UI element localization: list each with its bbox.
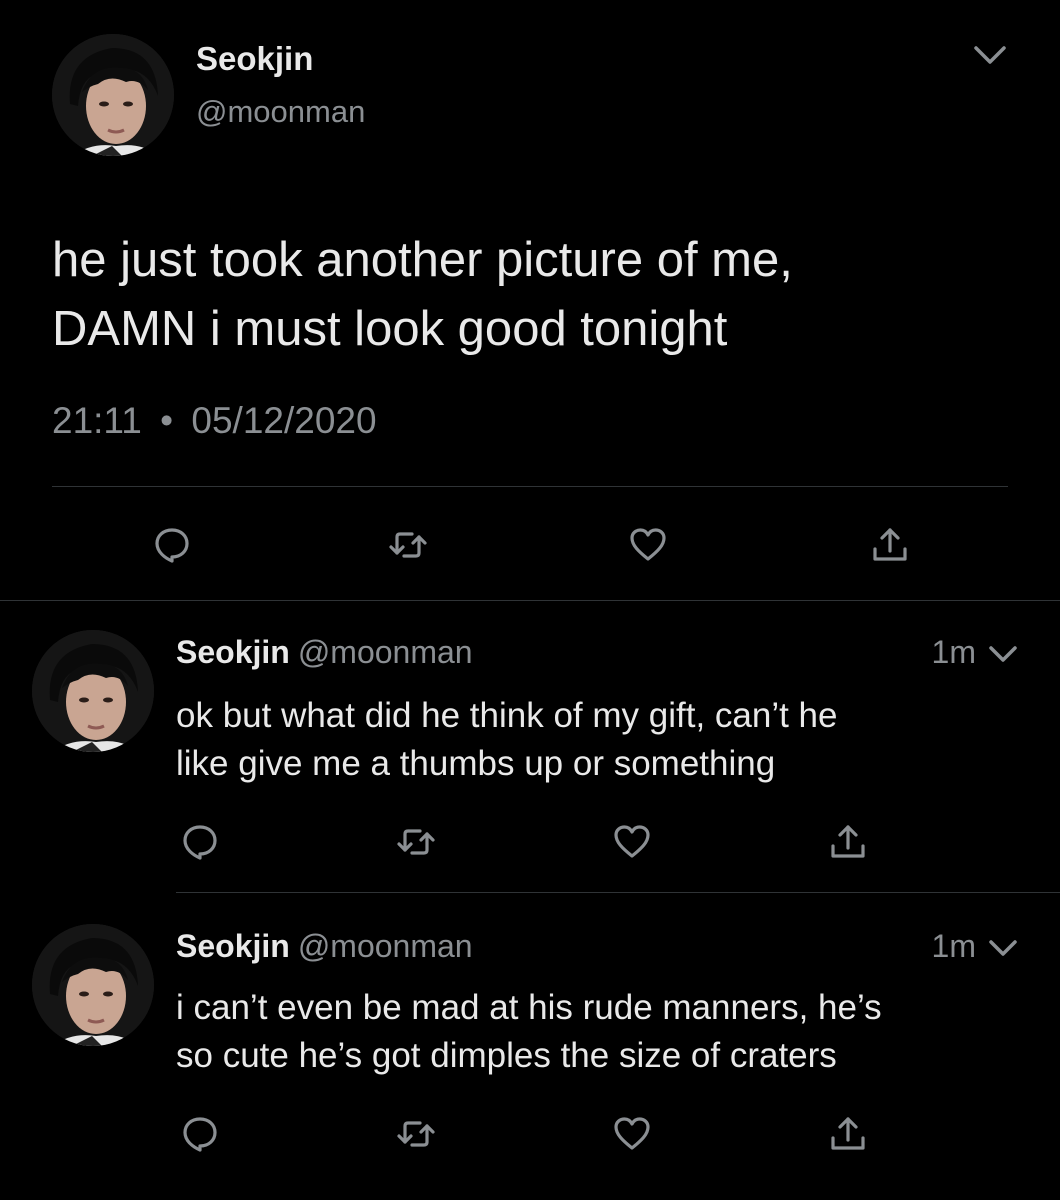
tweet-timestamp: 21:11 • 05/12/2020 [52,400,377,442]
share-icon[interactable] [870,525,910,565]
reply-icon[interactable] [152,525,192,565]
avatar[interactable] [32,630,154,752]
author-handle[interactable]: @moonman [298,928,473,964]
tweet-text-line: DAMN i must look good tonight [52,302,728,356]
tweet-text-line: he just took another picture of me, [52,233,793,287]
author-handle[interactable]: @moonman [298,634,473,670]
tweet-date: 05/12/2020 [191,400,377,441]
tweet-text-line: i can’t even be mad at his rude manners,… [176,988,882,1027]
author-name[interactable]: Seokjin [196,40,313,78]
reply-header: Seokjin @moonman [176,928,473,965]
reply-icon[interactable] [180,822,220,862]
tweet-text-line: so cute he’s got dimples the size of cra… [176,1036,837,1075]
retweet-icon[interactable] [396,822,436,862]
avatar[interactable] [52,34,174,156]
meta-separator: • [160,400,174,441]
like-icon[interactable] [612,1114,652,1154]
divider [52,486,1008,487]
share-icon[interactable] [828,1114,868,1154]
share-icon[interactable] [828,822,868,862]
tweet-text: ok but what did he think of my gift, can… [176,692,1036,788]
like-icon[interactable] [628,525,668,565]
main-tweet: Seokjin @moonman he just took another pi… [0,0,1060,600]
tweet-text-line: like give me a thumbs up or something [176,744,776,783]
reply-time: 1m [931,928,976,964]
reply-time: 1m [931,634,976,670]
tweet-text: he just took another picture of me, DAMN… [52,226,1032,364]
reply-tweet[interactable]: Seokjin @moonman 1m i can’t even be mad a… [0,892,1060,1200]
chevron-down-icon[interactable] [972,40,1008,70]
avatar[interactable] [32,924,154,1046]
chevron-down-icon[interactable] [988,936,1018,960]
tweet-text: i can’t even be mad at his rude manners,… [176,984,1036,1080]
author-name[interactable]: Seokjin [176,928,290,964]
retweet-icon[interactable] [396,1114,436,1154]
reply-tweet[interactable]: Seokjin @moonman 1m ok but what did he th… [0,600,1060,890]
author-handle[interactable]: @moonman [196,94,365,130]
reply-header: Seokjin @moonman [176,634,473,671]
reply-icon[interactable] [180,1114,220,1154]
author-name[interactable]: Seokjin [176,634,290,670]
retweet-icon[interactable] [388,525,428,565]
chevron-down-icon[interactable] [988,642,1018,666]
tweet-text-line: ok but what did he think of my gift, can… [176,696,838,735]
like-icon[interactable] [612,822,652,862]
tweet-time: 21:11 [52,400,142,441]
